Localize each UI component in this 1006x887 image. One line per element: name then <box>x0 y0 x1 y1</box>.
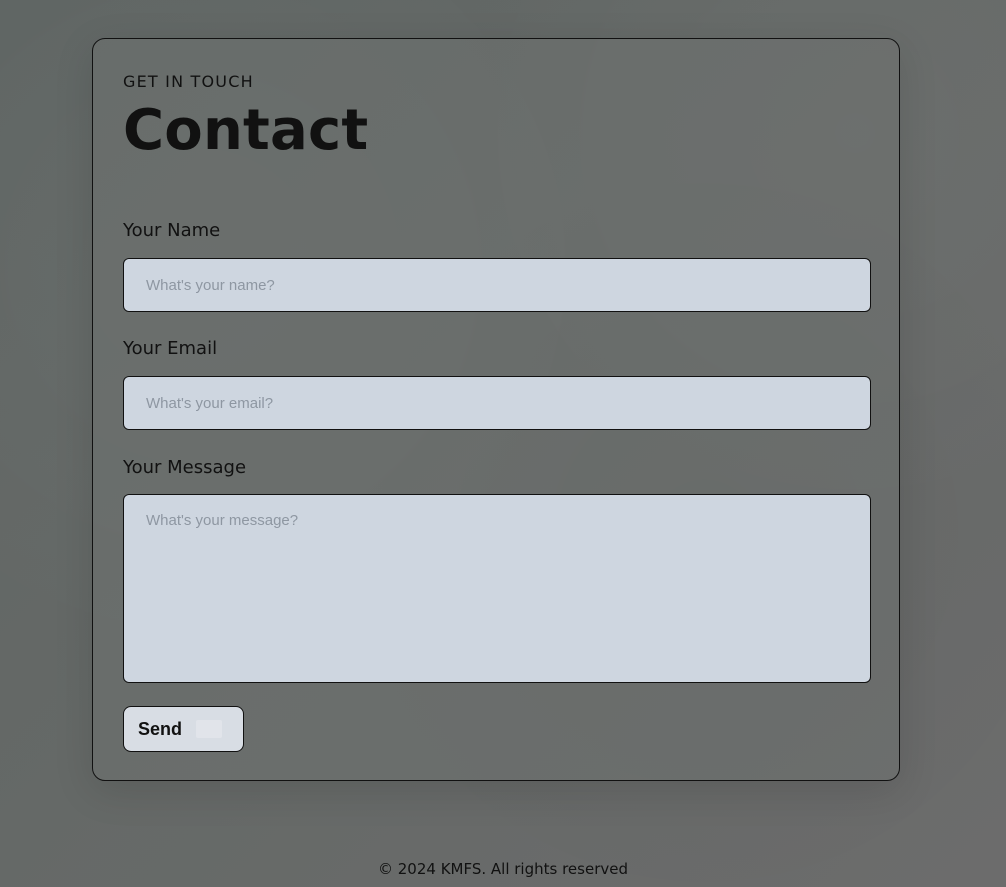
send-icon <box>196 720 223 738</box>
footer-copyright: © 2024 KMFS. All rights reserved <box>377 860 628 878</box>
name-label: Your Name <box>123 220 221 241</box>
email-label: Your Email <box>123 338 218 359</box>
eyebrow-text: GET IN TOUCH <box>123 72 254 91</box>
message-textarea[interactable] <box>123 494 871 683</box>
page-title: Contact <box>123 98 369 163</box>
email-input[interactable] <box>123 376 871 430</box>
message-label: Your Message <box>123 457 247 478</box>
name-input[interactable] <box>123 258 871 312</box>
send-button[interactable]: Send <box>123 706 244 752</box>
contact-card: GET IN TOUCH Contact Your Name Your Emai… <box>92 38 900 781</box>
send-button-label: Send <box>138 718 183 739</box>
